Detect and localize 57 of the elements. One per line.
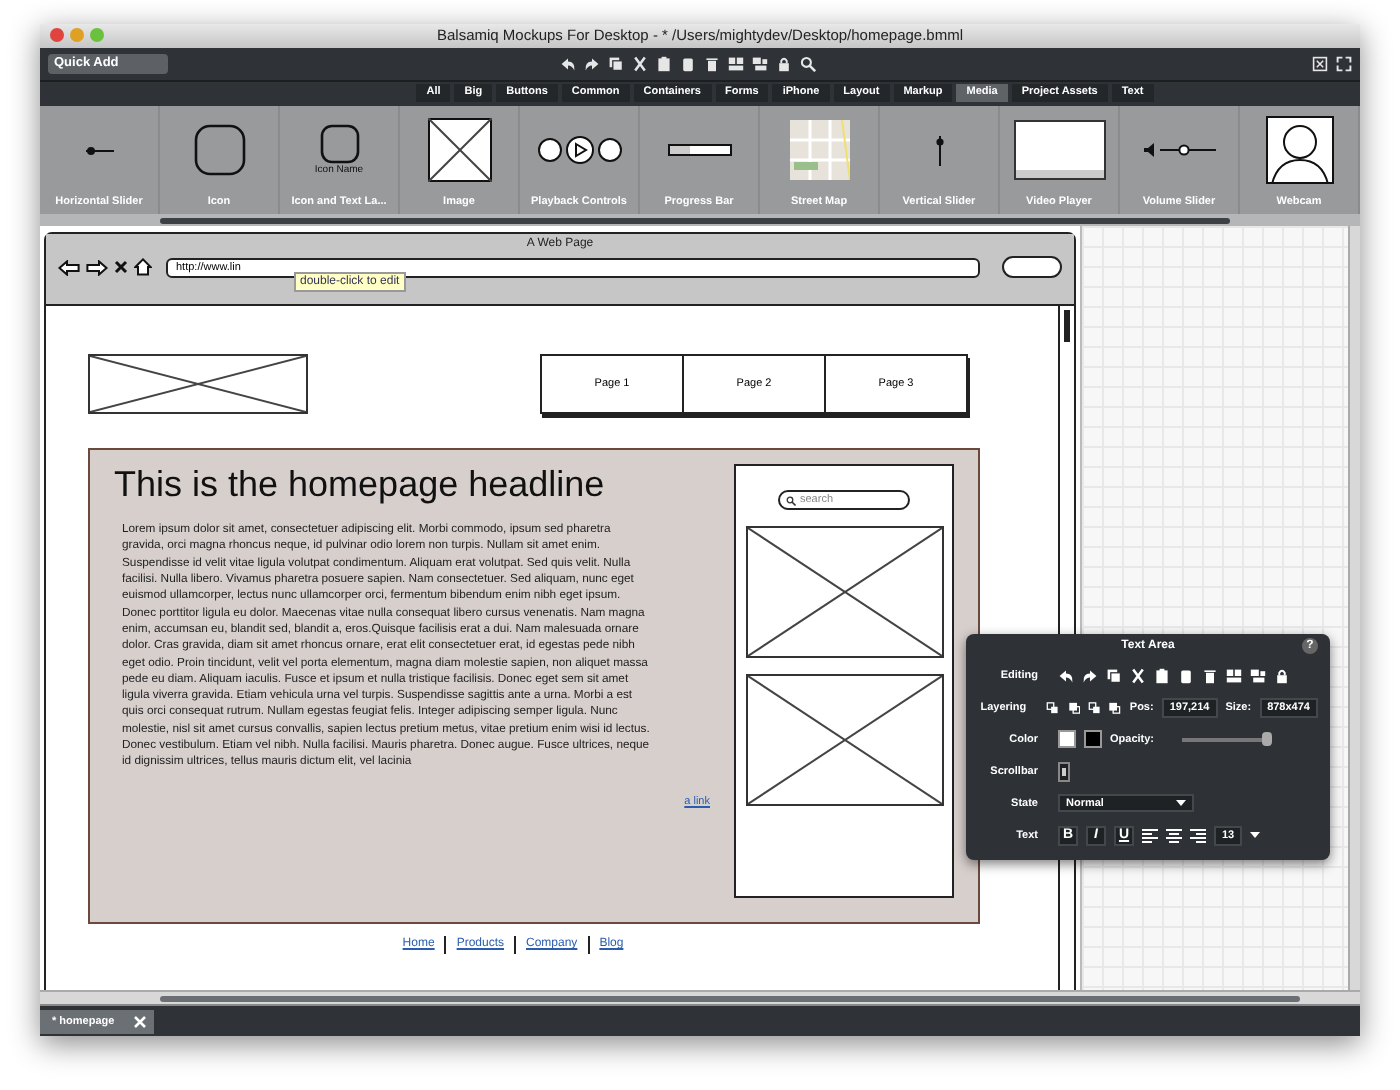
bring-forward-icon[interactable] [1046,699,1060,716]
align-left-icon[interactable] [1142,827,1158,844]
stop-icon [114,260,128,275]
scrollbar-toggle-icon[interactable] [1058,761,1070,782]
video-player-drawing[interactable] [1013,120,1105,181]
close-window-button[interactable] [50,28,64,42]
clipboard-icon[interactable] [680,55,696,72]
crossed-box-icon[interactable] [1312,55,1328,72]
image-placeholder-drawing[interactable] [427,118,491,183]
webcam-silhouette-drawing[interactable] [1265,116,1333,185]
dropdown-caret-icon[interactable] [1176,800,1186,807]
group-icon[interactable] [1226,667,1242,684]
paste-icon[interactable] [1154,667,1170,684]
ungroup-icon[interactable] [1250,667,1266,684]
ungroup-icon[interactable] [752,55,768,72]
border-color-swatch[interactable] [1084,730,1102,749]
undo-icon[interactable] [1058,667,1074,684]
copy-icon[interactable] [608,55,624,72]
headline: This is the homepage headline [114,464,607,507]
fullscreen-icon[interactable] [1336,55,1352,72]
dropdown-caret-icon[interactable] [1250,832,1261,839]
undo-icon[interactable] [560,55,576,72]
redo-icon[interactable] [1082,667,1098,684]
slider-drawing[interactable] [935,135,943,166]
lock-icon[interactable] [776,55,792,72]
copy-icon[interactable] [1106,667,1122,684]
redo-icon[interactable] [584,55,600,72]
trash-icon[interactable] [704,55,720,72]
forward-arrow-icon [86,259,108,276]
align-right-icon[interactable] [1190,827,1206,844]
rounded-square-drawing[interactable] [193,124,245,177]
back-arrow-icon [58,259,80,276]
cut-icon[interactable] [632,55,648,72]
group-icon[interactable] [728,55,744,72]
search-icon [786,495,796,506]
lock-icon[interactable] [1274,667,1290,684]
fill-color-swatch[interactable] [1058,730,1076,749]
search-icon[interactable] [800,55,816,72]
paste-icon[interactable] [656,55,672,72]
send-backward-icon[interactable] [1067,699,1081,716]
rounded-square-drawing[interactable] [319,124,359,165]
close-icon[interactable] [134,1015,147,1028]
map-drawing[interactable] [789,120,849,181]
volume-slider-drawing[interactable] [1143,142,1215,159]
playback-buttons-drawing[interactable] [535,136,623,165]
scrollbar-thumb[interactable] [160,217,1230,224]
clipboard-icon[interactable] [1178,667,1194,684]
slider-drawing[interactable] [85,145,113,156]
progress-bar-drawing[interactable] [667,144,731,157]
scrollbar-thumb[interactable] [160,995,1300,1002]
trash-icon[interactable] [1202,667,1218,684]
opacity-slider-thumb[interactable] [1262,731,1273,746]
align-center-icon[interactable] [1166,827,1182,844]
bring-forward-icon[interactable] [1088,699,1101,716]
send-backward-icon[interactable] [1108,699,1122,716]
scrollbar-thumb [1064,310,1070,343]
home-icon [134,258,152,277]
